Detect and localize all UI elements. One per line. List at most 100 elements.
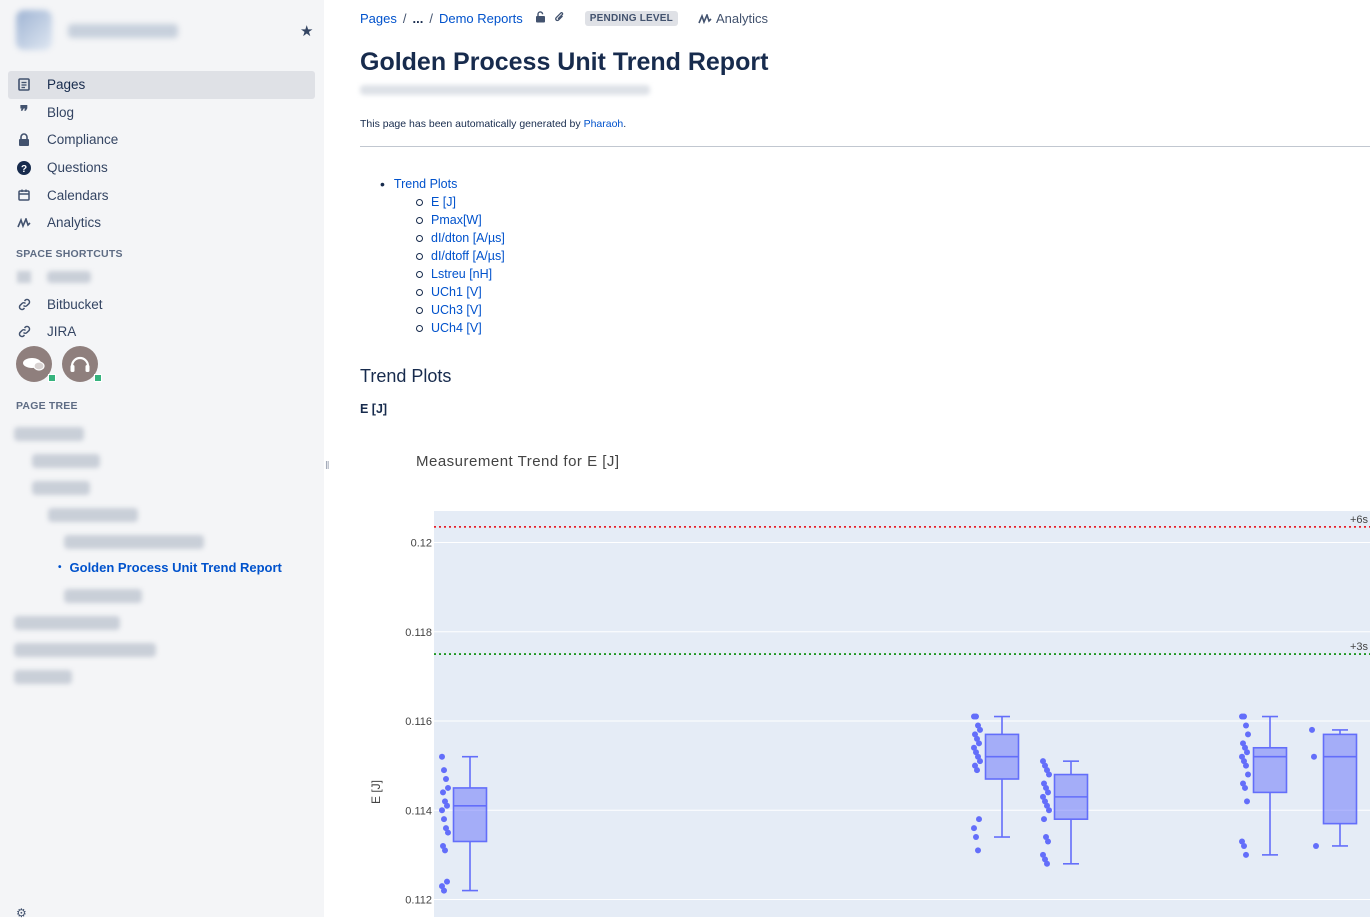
sidebar-item-label: Blog [47, 104, 75, 120]
page-tree-heading: PAGE TREE [16, 400, 78, 412]
analytics-icon [698, 13, 712, 24]
data-point [1311, 753, 1317, 760]
data-point [1241, 842, 1247, 849]
divider [360, 146, 1370, 147]
toc-link[interactable]: Pmax[W] [431, 211, 482, 229]
breadcrumb-demo-reports[interactable]: Demo Reports [439, 11, 523, 26]
data-point [973, 713, 979, 720]
tree-item-label: Golden Process Unit Trend Report [69, 560, 282, 575]
analytics-link[interactable]: Analytics [698, 11, 768, 26]
data-point [1243, 722, 1249, 729]
data-point [1044, 860, 1050, 867]
data-point [444, 878, 450, 885]
y-tick-label: 0.114 [405, 805, 432, 817]
data-point [1041, 816, 1047, 823]
app-avatars [16, 346, 102, 382]
toc-subitem: dI/dton [A/µs] [380, 229, 505, 247]
data-point [976, 740, 982, 747]
toc-link[interactable]: UCh1 [V] [431, 283, 482, 301]
table-of-contents: Trend Plots E [J] Pmax[W] dI/dton [A/µs]… [380, 175, 505, 337]
toc-link-trend-plots[interactable]: Trend Plots [394, 175, 457, 193]
data-point [439, 753, 445, 760]
data-point [441, 887, 447, 894]
tree-item-redacted[interactable] [14, 643, 156, 657]
sidebar-item-analytics[interactable]: Analytics [8, 209, 315, 237]
data-point [971, 825, 977, 832]
avatar[interactable] [62, 346, 102, 382]
y-tick-label: 0.112 [405, 895, 432, 907]
paperclip-icon[interactable] [554, 11, 565, 26]
trend-chart[interactable]: Measurement Trend for E [J] 0.112 0.114 0.… [360, 440, 1370, 917]
toc-subitem: UCh1 [V] [380, 283, 505, 301]
reference-line-label: +3s [1350, 641, 1369, 653]
sidebar-resize-handle[interactable]: ‖ [325, 460, 330, 472]
toc-subitem: UCh3 [V] [380, 301, 505, 319]
data-point [1046, 771, 1052, 778]
svg-text:?: ? [21, 164, 27, 175]
toc-link[interactable]: dI/dtoff [A/µs] [431, 247, 505, 265]
tree-item-redacted[interactable] [14, 670, 72, 684]
reference-line-label: +6s [1350, 514, 1369, 526]
data-point [441, 767, 447, 774]
shortcut-redacted[interactable] [8, 263, 315, 291]
sidebar-item-questions[interactable]: ? Questions [8, 154, 315, 182]
tree-item-redacted[interactable] [64, 535, 204, 549]
main-content: Pages / ... / Demo Reports PENDING LEVEL… [360, 0, 1370, 917]
sidebar-item-label: Pages [47, 77, 86, 93]
y-axis-label: E [J] [369, 780, 383, 804]
shortcut-bitbucket[interactable]: Bitbucket [8, 291, 315, 319]
tree-item-current[interactable]: • Golden Process Unit Trend Report [58, 560, 282, 575]
toc-link[interactable]: dI/dton [A/µs] [431, 229, 505, 247]
generated-notice: This page has been automatically generat… [360, 118, 626, 130]
toc-item: Trend Plots [380, 175, 505, 193]
tree-item-redacted[interactable] [32, 454, 100, 468]
subsection-heading: E [J] [360, 402, 388, 416]
space-tools-stub[interactable]: ⚙ [16, 906, 27, 920]
sidebar-item-calendars[interactable]: Calendars [8, 181, 315, 209]
data-point [442, 847, 448, 854]
avatar[interactable] [16, 346, 56, 382]
sidebar-item-blog[interactable]: ❞ Blog [8, 99, 315, 127]
sidebar-item-pages[interactable]: Pages [8, 71, 315, 99]
question-icon: ? [16, 160, 32, 176]
space-header[interactable]: ★ [14, 8, 314, 54]
toc-link[interactable]: UCh3 [V] [431, 301, 482, 319]
data-point [1046, 807, 1052, 814]
toc-subitem: Lstreu [nH] [380, 265, 505, 283]
tree-item-redacted[interactable] [32, 481, 90, 495]
data-point [1244, 749, 1250, 756]
shortcut-jira[interactable]: JIRA [8, 318, 315, 346]
data-point [976, 816, 982, 823]
tree-item-redacted[interactable] [48, 508, 138, 522]
unlock-icon[interactable] [535, 11, 546, 26]
byline-redacted [360, 85, 650, 95]
sidebar-nav: Pages ❞ Blog Compliance ? Questions Cale… [8, 71, 315, 237]
data-point [445, 829, 451, 836]
data-point [444, 802, 450, 809]
chart-title: Measurement Trend for E [J] [416, 453, 620, 470]
star-icon[interactable]: ★ [300, 22, 313, 40]
sidebar-item-label: Analytics [47, 215, 102, 231]
toc-link[interactable]: E [J] [431, 193, 456, 211]
tree-item-redacted[interactable] [14, 616, 120, 630]
breadcrumb-pages[interactable]: Pages [360, 11, 397, 26]
toc-link[interactable]: Lstreu [nH] [431, 265, 492, 283]
y-tick-label: 0.116 [405, 716, 432, 728]
toc-subitem: E [J] [380, 193, 505, 211]
tree-item-redacted[interactable] [14, 427, 84, 441]
breadcrumb-ellipsis[interactable]: ... [413, 11, 424, 26]
data-point [973, 834, 979, 841]
iqr-box [452, 787, 488, 843]
link-icon [16, 324, 32, 340]
space-name-redacted [68, 24, 178, 38]
toc-link[interactable]: UCh4 [V] [431, 319, 482, 337]
tree-item-redacted[interactable] [64, 589, 142, 603]
data-point [443, 776, 449, 783]
pharaoh-link[interactable]: Pharaoh [584, 118, 624, 130]
status-badge[interactable]: PENDING LEVEL [584, 11, 678, 26]
data-point [1243, 851, 1249, 858]
sidebar-item-compliance[interactable]: Compliance [8, 126, 315, 154]
notice-text: This page has been automatically generat… [360, 118, 584, 130]
toc-subitem: Pmax[W] [380, 211, 505, 229]
sidebar-item-label: Questions [47, 160, 108, 176]
